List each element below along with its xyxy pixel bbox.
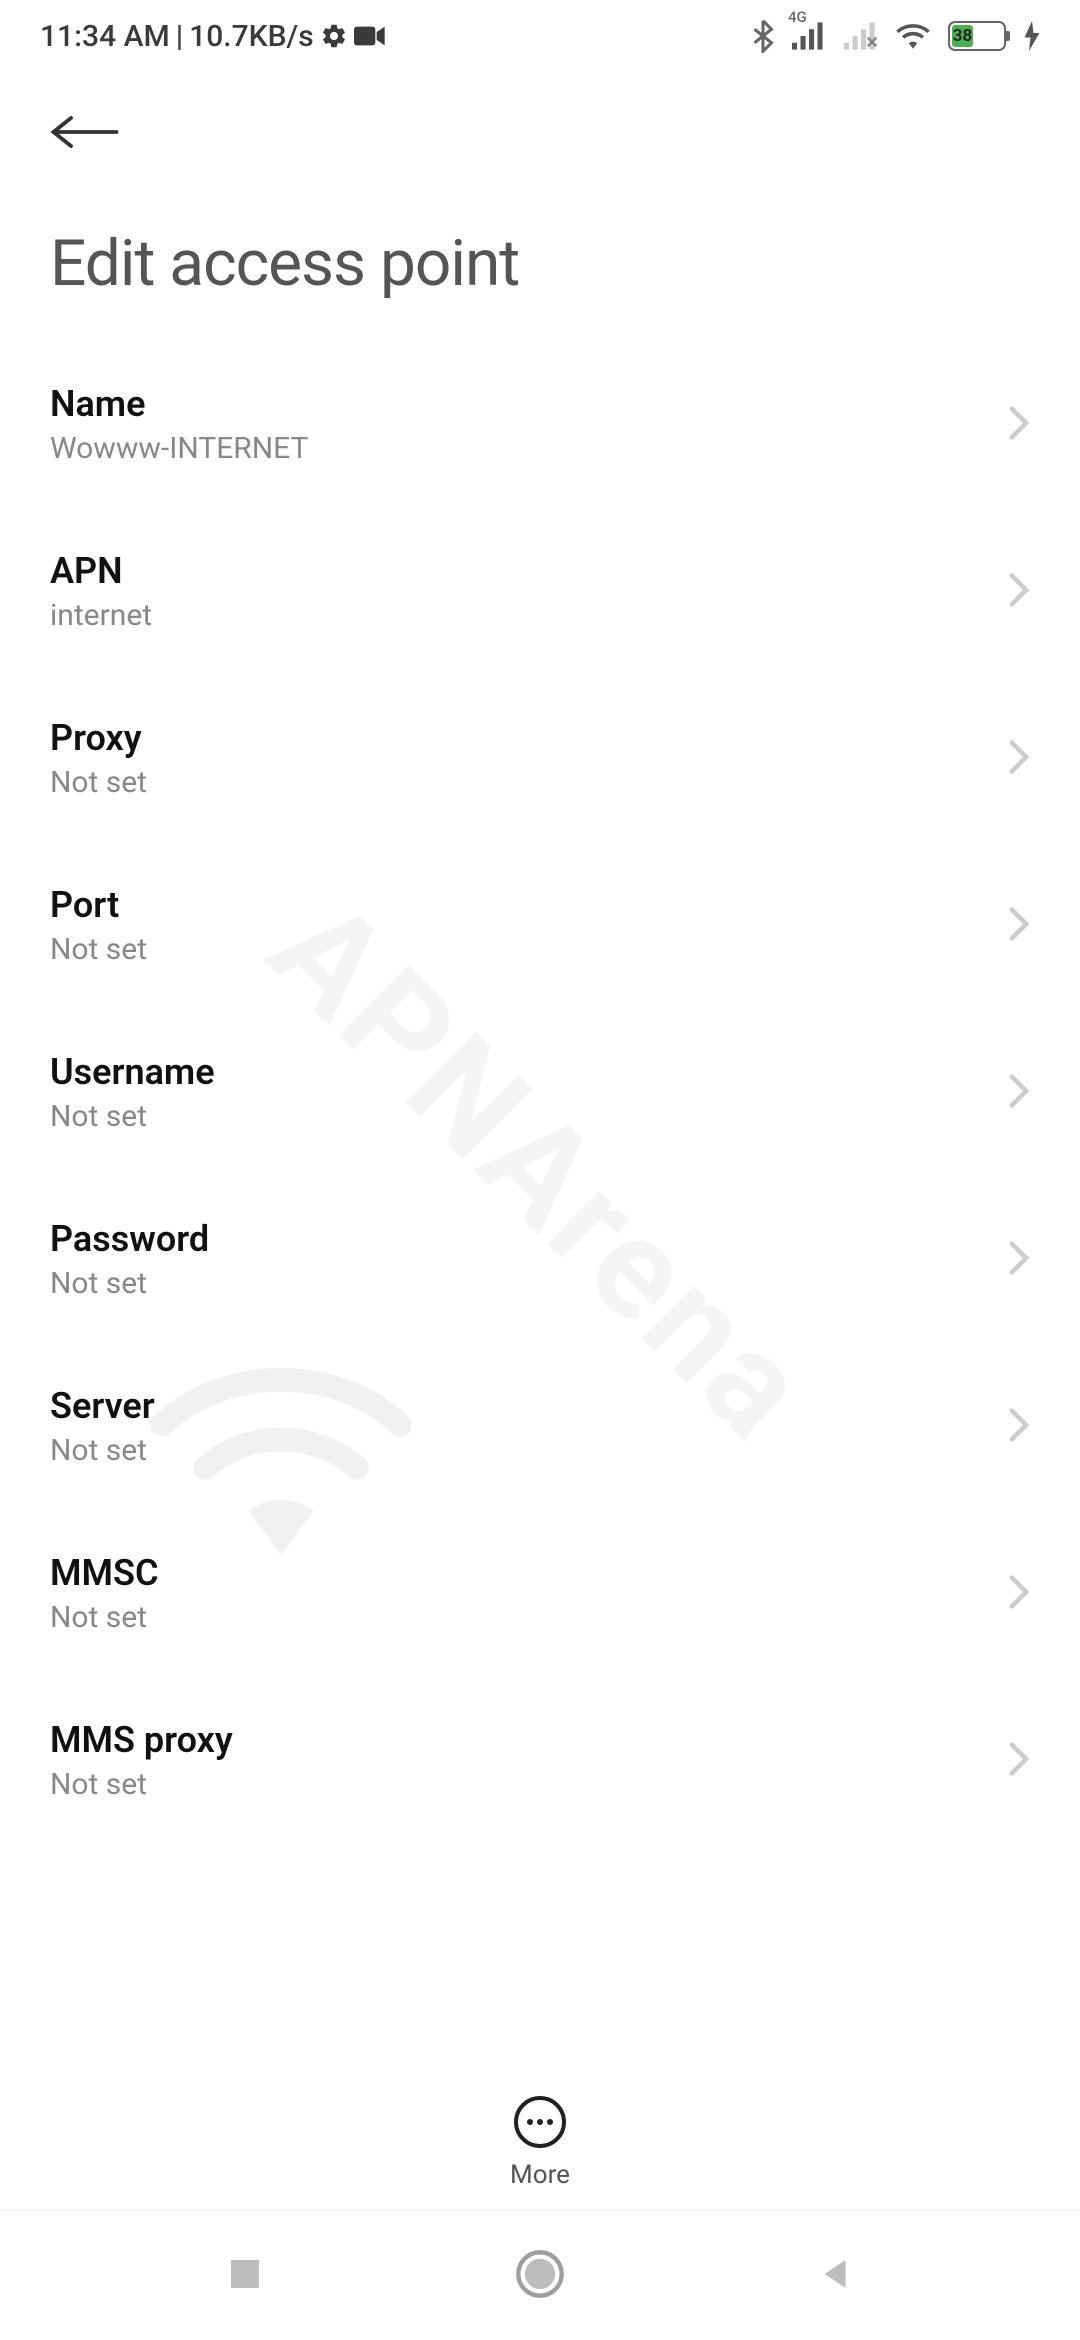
back-button[interactable] (50, 102, 120, 166)
chevron-right-icon (1008, 906, 1030, 946)
nav-bar (0, 2210, 1080, 2340)
setting-name[interactable]: Name Wowww-INTERNET (50, 341, 1040, 508)
setting-value: Not set (50, 1266, 1008, 1301)
setting-label: APN (50, 550, 1008, 592)
setting-value: Not set (50, 932, 1008, 967)
battery-icon: 38 (948, 21, 1006, 51)
chevron-right-icon (1008, 1574, 1030, 1614)
setting-proxy[interactable]: Proxy Not set (50, 675, 1040, 842)
setting-label: Name (50, 383, 1008, 425)
chevron-right-icon (1008, 1240, 1030, 1280)
setting-label: Port (50, 884, 1008, 926)
setting-port[interactable]: Port Not set (50, 842, 1040, 1009)
nav-recents-button[interactable] (224, 2253, 266, 2299)
chevron-right-icon (1008, 739, 1030, 779)
wifi-icon (896, 22, 930, 50)
status-time: 11:34 AM (40, 19, 170, 54)
setting-label: Password (50, 1218, 1008, 1260)
chevron-right-icon (1008, 1407, 1030, 1447)
setting-username[interactable]: Username Not set (50, 1009, 1040, 1176)
camera-icon (354, 24, 386, 48)
setting-label: Proxy (50, 717, 1008, 759)
more-label: More (510, 2160, 570, 2190)
setting-label: Server (50, 1385, 1008, 1427)
setting-value: Not set (50, 1433, 1008, 1468)
more-icon (514, 2096, 566, 2148)
status-speed: 10.7KB/s (189, 19, 314, 54)
chevron-right-icon (1008, 1073, 1030, 1113)
signal-nosim-icon (844, 22, 878, 50)
status-right: 4G 38 (752, 19, 1040, 53)
signal-4g-icon: 4G (792, 22, 826, 50)
chevron-right-icon (1008, 1741, 1030, 1781)
setting-value: Not set (50, 1099, 1008, 1134)
setting-value: Not set (50, 1600, 1008, 1635)
setting-server[interactable]: Server Not set (50, 1343, 1040, 1510)
page-title: Edit access point (0, 186, 1080, 341)
setting-label: MMSC (50, 1552, 1008, 1594)
nav-back-button[interactable] (814, 2253, 856, 2299)
chevron-right-icon (1008, 405, 1030, 445)
setting-value: internet (50, 598, 1008, 633)
bluetooth-icon (752, 19, 774, 53)
header (0, 72, 1080, 186)
setting-label: Username (50, 1051, 1008, 1093)
setting-apn[interactable]: APN internet (50, 508, 1040, 675)
setting-value: Wowww-INTERNET (50, 431, 1008, 466)
setting-mms-proxy[interactable]: MMS proxy Not set (50, 1677, 1040, 1844)
setting-value: Not set (50, 765, 1008, 800)
chevron-right-icon (1008, 572, 1030, 612)
gear-icon (320, 22, 348, 50)
setting-label: MMS proxy (50, 1719, 1008, 1761)
setting-password[interactable]: Password Not set (50, 1176, 1040, 1343)
nav-home-button[interactable] (514, 2248, 566, 2304)
settings-list: Name Wowww-INTERNET APN internet Proxy N… (0, 341, 1080, 1844)
status-separator: | (176, 19, 183, 54)
charging-icon (1024, 21, 1040, 51)
more-button[interactable]: More (0, 2076, 1080, 2190)
status-left: 11:34 AM | 10.7KB/s (40, 19, 386, 54)
setting-value: Not set (50, 1767, 1008, 1802)
status-bar: 11:34 AM | 10.7KB/s 4G 38 (0, 0, 1080, 72)
setting-mmsc[interactable]: MMSC Not set (50, 1510, 1040, 1677)
